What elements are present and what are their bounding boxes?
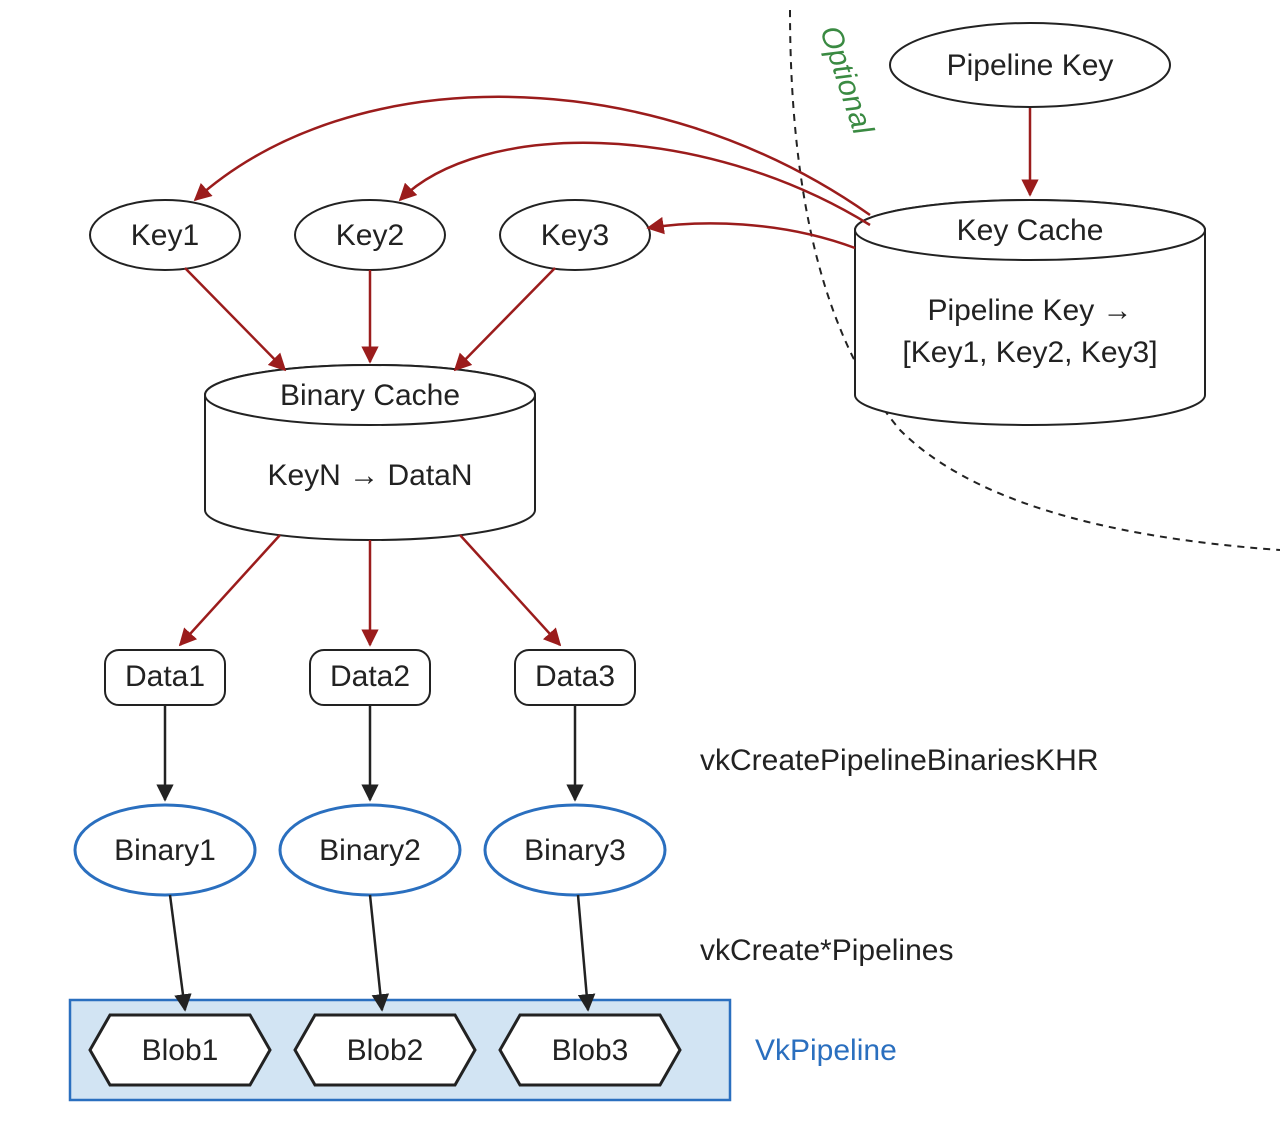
data3-text: Data3	[535, 660, 615, 693]
data2-text: Data2	[330, 660, 410, 693]
create-pipelines-label: vkCreate*Pipelines	[700, 934, 953, 967]
arrow-binary3-blob3	[578, 895, 588, 1010]
create-binaries-label: vkCreatePipelineBinariesKHR	[700, 744, 1099, 777]
arrow-bincache-data1	[180, 535, 280, 645]
binary2-text: Binary2	[319, 834, 421, 867]
key3-text: Key3	[541, 219, 609, 252]
blob3-node: Blob3	[500, 1015, 680, 1085]
key2-text: Key2	[336, 219, 404, 252]
diagram-canvas: Optional Pipeline Key Key Cache Pipeline…	[0, 0, 1280, 1132]
blob1-text: Blob1	[142, 1034, 219, 1067]
binary3-text: Binary3	[524, 834, 626, 867]
binary-cache-title: Binary Cache	[280, 379, 460, 412]
arrow-keycache-key2	[400, 143, 870, 225]
arrow-key3-bincache	[455, 268, 555, 370]
vkpipeline-label: VkPipeline	[755, 1034, 897, 1067]
key-cache-node: Key Cache Pipeline Key → [Key1, Key2, Ke…	[855, 200, 1205, 425]
key-cache-title: Key Cache	[957, 214, 1104, 247]
arrow-key1-bincache	[185, 268, 285, 370]
key-cache-line1: Pipeline Key →	[927, 294, 1132, 327]
key1-text: Key1	[131, 219, 199, 252]
key-cache-line2: [Key1, Key2, Key3]	[902, 336, 1157, 369]
blob3-text: Blob3	[552, 1034, 629, 1067]
arrow-binary1-blob1	[170, 895, 185, 1010]
binary-cache-line1: KeyN → DataN	[267, 459, 472, 492]
pipeline-key-text: Pipeline Key	[947, 49, 1114, 82]
optional-label: Optional	[813, 22, 879, 140]
binary1-text: Binary1	[114, 834, 216, 867]
blob2-text: Blob2	[347, 1034, 424, 1067]
arrow-binary2-blob2	[370, 895, 382, 1010]
data1-text: Data1	[125, 660, 205, 693]
blob2-node: Blob2	[295, 1015, 475, 1085]
binary-cache-node: Binary Cache KeyN → DataN	[205, 365, 535, 540]
arrow-bincache-data3	[460, 535, 560, 645]
arrow-keycache-key3	[648, 223, 855, 248]
arrow-keycache-key1	[195, 97, 870, 215]
blob1-node: Blob1	[90, 1015, 270, 1085]
